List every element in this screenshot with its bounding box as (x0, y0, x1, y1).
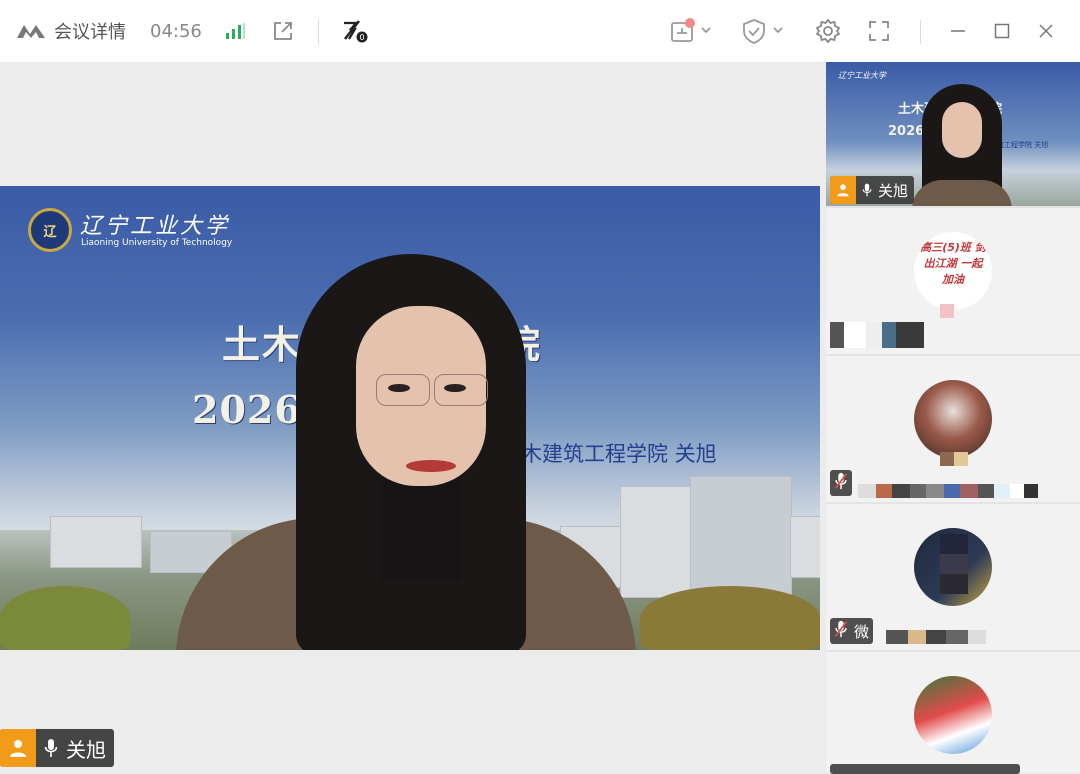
pixelated-area (940, 304, 954, 318)
signal-icon[interactable] (222, 0, 248, 62)
participant-tile[interactable]: 微 (826, 504, 1080, 652)
participant-tile[interactable] (826, 356, 1080, 504)
share-screen-icon (671, 18, 711, 42)
mic-muted-icon (834, 620, 848, 642)
participant-tile[interactable] (826, 652, 1080, 774)
participant-avatar (914, 380, 992, 458)
trees (0, 586, 130, 650)
pixelated-area (940, 534, 968, 594)
security-shield-icon (743, 19, 783, 44)
toolbar-divider-2 (920, 20, 921, 44)
no-record-icon[interactable]: 0 (336, 0, 372, 62)
trees (640, 586, 820, 650)
participant-tile[interactable]: 高三(5)班 剑出江湖 一起加油 (826, 208, 1080, 356)
close-icon[interactable] (1032, 0, 1060, 62)
meeting-toolbar: 会议详情 04:56 0 (0, 0, 1080, 63)
meeting-timer: 04:56 (150, 20, 202, 42)
participant-list[interactable]: 辽宁工业大学 土木建筑工程学院 2026年家长会 土木建筑工程学院 关旭 关旭 … (826, 62, 1080, 774)
meeting-details-link[interactable]: 会议详情 (54, 0, 134, 62)
user-icon (830, 176, 856, 204)
participant-name: 关旭 (878, 181, 909, 200)
avatar-text: 高三(5)班 剑出江湖 一起加油 (920, 241, 986, 286)
main-speaker-name-tag: 关旭 (0, 729, 114, 767)
participant-name-tag (830, 764, 1020, 774)
presenter-figure (176, 250, 636, 650)
security-button[interactable] (736, 0, 792, 62)
pixelated-name (858, 484, 1038, 498)
minimize-icon[interactable] (944, 0, 972, 62)
meeting-logo-icon (14, 0, 48, 62)
main-video-stage: 辽 辽宁工业大学 Liaoning University of Technolo… (0, 62, 820, 772)
mic-muted-icon (834, 472, 848, 494)
fullscreen-icon[interactable] (862, 0, 896, 62)
share-out-icon[interactable] (268, 0, 298, 62)
mic-icon (36, 738, 66, 758)
mic-icon (856, 182, 878, 198)
participant-tile[interactable]: 辽宁工业大学 土木建筑工程学院 2026年家长会 土木建筑工程学院 关旭 关旭 (826, 62, 1080, 208)
campus-building (50, 516, 142, 568)
participant-name: 微 (854, 622, 870, 641)
university-name-cn: 辽宁工业大学 (80, 214, 231, 239)
share-screen-button[interactable] (664, 0, 720, 62)
campus-building (690, 476, 792, 598)
pixelated-area (940, 452, 968, 466)
pixelated-name-tag (830, 322, 924, 352)
participant-name-tag (830, 470, 852, 496)
participant-name-tag: 微 (830, 618, 874, 644)
settings-icon[interactable] (812, 0, 844, 62)
svg-text:0: 0 (359, 33, 364, 42)
participant-avatar (914, 676, 992, 754)
pixelated-name (886, 630, 986, 644)
participant-name-tag: 关旭 (830, 176, 915, 204)
thumb-university: 辽宁工业大学 (838, 71, 886, 80)
thumb-presenter-figure (912, 84, 1012, 206)
campus-building (790, 516, 820, 578)
university-name-en: Liaoning University of Technology (81, 238, 233, 248)
user-icon (0, 729, 36, 767)
university-logo: 辽 (28, 208, 72, 252)
participant-avatar: 高三(5)班 剑出江湖 一起加油 (914, 232, 992, 310)
main-speaker-video[interactable]: 辽 辽宁工业大学 Liaoning University of Technolo… (0, 186, 820, 650)
main-speaker-name: 关旭 (66, 737, 106, 762)
toolbar-divider (318, 20, 319, 44)
maximize-icon[interactable] (988, 0, 1016, 62)
